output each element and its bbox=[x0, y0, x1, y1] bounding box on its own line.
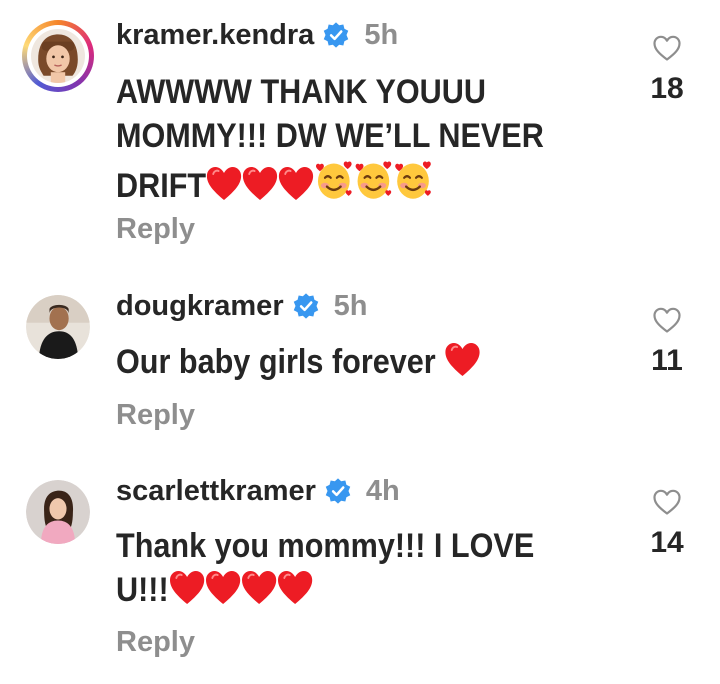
heart-outline-icon[interactable] bbox=[652, 34, 682, 62]
avatar[interactable] bbox=[22, 20, 94, 92]
verified-badge-icon bbox=[324, 477, 352, 505]
red-heart-icon bbox=[169, 570, 205, 606]
like-count: 18 bbox=[650, 72, 684, 105]
smiling-face-with-hearts-icon bbox=[314, 158, 354, 202]
like-count: 14 bbox=[650, 526, 684, 559]
smiling-face-with-hearts-icon bbox=[393, 158, 433, 202]
red-heart-icon bbox=[206, 166, 242, 202]
heart-outline-icon[interactable] bbox=[652, 488, 682, 516]
verified-badge-icon bbox=[292, 292, 320, 320]
red-heart-icon bbox=[277, 570, 313, 606]
smiling-face-with-hearts-icon bbox=[354, 158, 394, 202]
comment-time: 5h bbox=[333, 290, 368, 322]
avatar[interactable] bbox=[26, 480, 90, 544]
red-heart-icon bbox=[241, 570, 277, 606]
reply-button[interactable]: Reply bbox=[116, 212, 195, 246]
like-control: 14 bbox=[650, 488, 684, 559]
red-heart-icon bbox=[444, 342, 480, 378]
username[interactable]: kramer.kendra bbox=[116, 18, 314, 52]
comment-time: 4h bbox=[365, 475, 400, 507]
reply-button[interactable]: Reply bbox=[116, 625, 195, 659]
comment-text: AWWWW THANK YOUUU MOMMY!!! DW WE’LL NEVE… bbox=[116, 73, 544, 205]
reply-button[interactable]: Reply bbox=[116, 398, 195, 432]
heart-outline-icon[interactable] bbox=[652, 306, 682, 334]
red-heart-icon bbox=[278, 166, 314, 202]
comment-time: 5h bbox=[364, 19, 399, 51]
red-heart-icon bbox=[242, 166, 278, 202]
verified-badge-icon bbox=[322, 21, 350, 49]
like-control: 11 bbox=[650, 306, 684, 377]
username[interactable]: dougkramer bbox=[116, 289, 284, 323]
like-count: 11 bbox=[651, 344, 683, 377]
avatar[interactable] bbox=[26, 295, 90, 359]
comment-text: Our baby girls forever bbox=[116, 340, 566, 389]
like-control: 18 bbox=[650, 34, 684, 105]
red-heart-icon bbox=[205, 570, 241, 606]
username[interactable]: scarlettkramer bbox=[116, 474, 316, 508]
comment-text: Thank you mommy!!! I LOVE U!!! bbox=[116, 527, 535, 609]
